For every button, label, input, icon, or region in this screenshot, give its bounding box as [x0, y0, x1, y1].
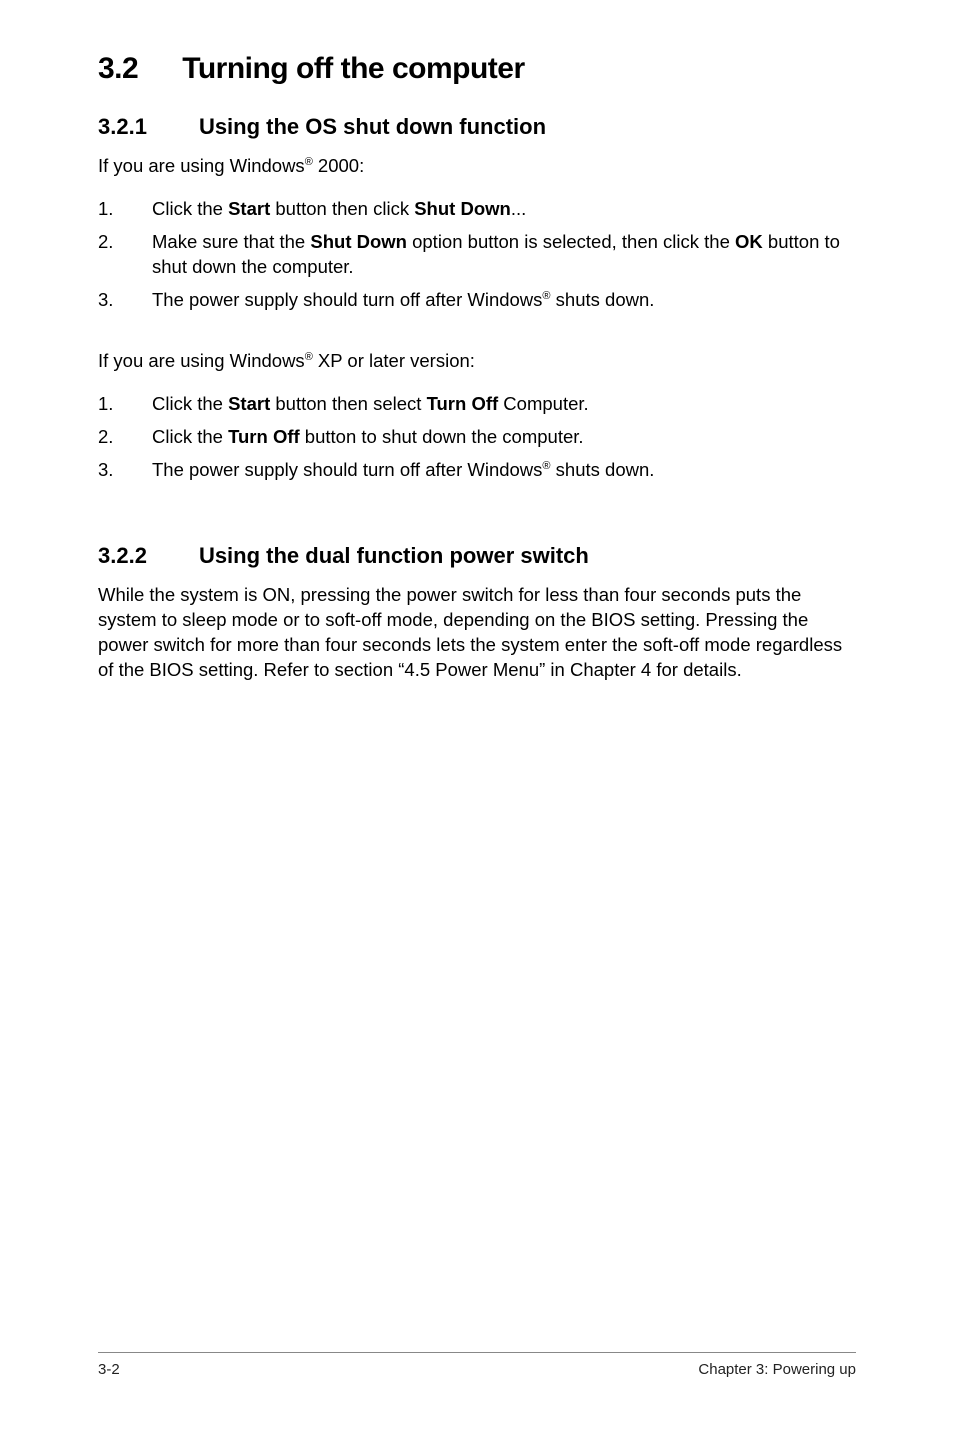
spacer — [98, 337, 856, 349]
section-number: 3.2 — [98, 52, 138, 86]
text-fragment: button to shut down the computer. — [300, 426, 584, 447]
text-fragment: Click the — [152, 198, 228, 219]
intro-2-prefix: If you are using Windows — [98, 350, 305, 371]
text-bold: Start — [228, 198, 270, 219]
spacer — [98, 507, 856, 543]
list-item: Click the Start button then select Turn … — [98, 392, 856, 417]
list-item: The power supply should turn off after W… — [98, 458, 856, 483]
registered-mark: ® — [542, 290, 550, 302]
subsection-2-title: Using the dual function power switch — [199, 543, 589, 568]
intro-text-1: If you are using Windows® 2000: — [98, 154, 856, 179]
text-fragment: The power supply should turn off after W… — [152, 459, 542, 480]
text-fragment: Computer. — [498, 393, 589, 414]
text-fragment: shuts down. — [551, 289, 655, 310]
registered-mark: ® — [305, 156, 313, 168]
subsection-1-number: 3.2.1 — [98, 114, 147, 140]
text-bold: Turn Off — [228, 426, 300, 447]
section-heading: 3.2 Turning off the computer — [98, 52, 856, 86]
subsection-2-number: 3.2.2 — [98, 543, 147, 569]
subsection-heading-1: 3.2.1 Using the OS shut down function — [98, 114, 856, 140]
section-title: Turning off the computer — [182, 52, 524, 85]
text-fragment: button then click — [270, 198, 414, 219]
subsection-2-body: While the system is ON, pressing the pow… — [98, 583, 856, 683]
page-number: 3-2 — [98, 1361, 120, 1378]
text-fragment: option button is selected, then click th… — [407, 231, 735, 252]
text-fragment: button then select — [270, 393, 426, 414]
text-bold: Shut Down — [414, 198, 511, 219]
steps-list-2: Click the Start button then select Turn … — [98, 392, 856, 483]
chapter-label: Chapter 3: Powering up — [698, 1361, 856, 1378]
list-item: Click the Turn Off button to shut down t… — [98, 425, 856, 450]
text-fragment: Click the — [152, 393, 228, 414]
steps-list-1: Click the Start button then click Shut D… — [98, 197, 856, 313]
intro-2-suffix: XP or later version: — [313, 350, 475, 371]
text-bold: OK — [735, 231, 763, 252]
intro-1-suffix: 2000: — [313, 155, 364, 176]
subsection-heading-2: 3.2.2 Using the dual function power switc… — [98, 543, 856, 569]
intro-1-prefix: If you are using Windows — [98, 155, 305, 176]
text-fragment: shuts down. — [551, 459, 655, 480]
text-fragment: ... — [511, 198, 526, 219]
text-fragment: Click the — [152, 426, 228, 447]
registered-mark: ® — [305, 351, 313, 363]
list-item: The power supply should turn off after W… — [98, 288, 856, 313]
registered-mark: ® — [542, 460, 550, 472]
text-bold: Start — [228, 393, 270, 414]
intro-text-2: If you are using Windows® XP or later ve… — [98, 349, 856, 374]
text-bold: Turn Off — [427, 393, 499, 414]
text-fragment: Make sure that the — [152, 231, 310, 252]
page-footer: 3-2 Chapter 3: Powering up — [98, 1352, 856, 1378]
list-item: Click the Start button then click Shut D… — [98, 197, 856, 222]
text-fragment: The power supply should turn off after W… — [152, 289, 542, 310]
subsection-1-title: Using the OS shut down function — [199, 114, 546, 139]
list-item: Make sure that the Shut Down option butt… — [98, 230, 856, 280]
text-bold: Shut Down — [310, 231, 407, 252]
